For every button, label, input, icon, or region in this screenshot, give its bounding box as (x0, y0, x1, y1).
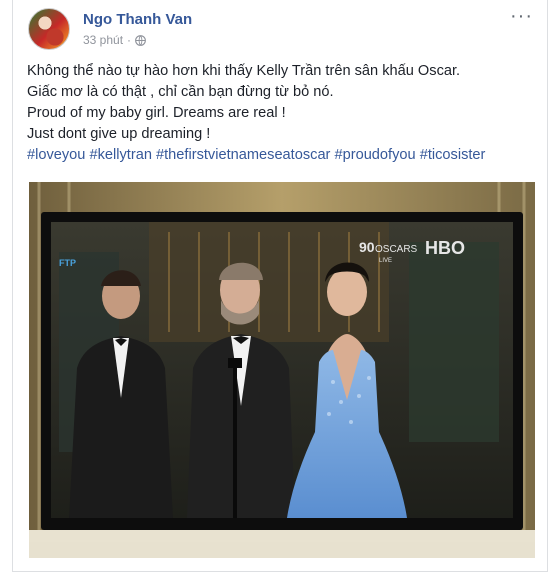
post-line: Không thể nào tự hào hơn khi thấy Kelly … (27, 63, 461, 79)
hashtag-loveyou[interactable]: #loveyou (27, 147, 85, 163)
oscars-logo: 90 (359, 239, 375, 255)
hashtag-kellytran[interactable]: #kellytran (89, 147, 151, 163)
avatar[interactable] (28, 8, 70, 50)
hashtag-firstvietnamese[interactable]: #thefirstvietnameseatoscar (156, 147, 330, 163)
photo-bottom-strip (29, 542, 535, 558)
post-line: Giấc mơ là có thật , chỉ cần bạn đừng từ… (27, 84, 334, 100)
post-time[interactable]: 33 phút (83, 33, 123, 47)
post-line: Proud of my baby girl. Dreams are real ! (27, 105, 286, 121)
post-line: Just dont give up dreaming ! (27, 126, 211, 142)
more-options-icon[interactable]: ··· (510, 6, 533, 26)
hbo-logo: HBO (425, 238, 465, 258)
post-meta: 33 phút · (83, 33, 146, 47)
globe-icon[interactable] (135, 34, 146, 46)
channel-corner-logo: FTP (59, 258, 76, 268)
separator-dot: · (127, 33, 132, 47)
facebook-post: Ngo Thanh Van 33 phút · ··· Không thể nà… (12, 0, 548, 572)
tv-photo-illustration: 90 OSCARS LIVE HBO FTP (29, 182, 535, 558)
hashtag-proudofyou[interactable]: #proudofyou (334, 147, 415, 163)
oscars-live: LIVE (379, 258, 392, 264)
author-name[interactable]: Ngo Thanh Van (83, 11, 192, 28)
post-photo[interactable]: 90 OSCARS LIVE HBO FTP (29, 182, 535, 558)
hashtags: #loveyou #kellytran #thefirstvietnamesea… (27, 145, 537, 166)
hashtag-ticosister[interactable]: #ticosister (420, 147, 486, 163)
oscars-logo-word: OSCARS (375, 244, 418, 255)
post-text: Không thể nào tự hào hơn khi thấy Kelly … (27, 61, 537, 166)
